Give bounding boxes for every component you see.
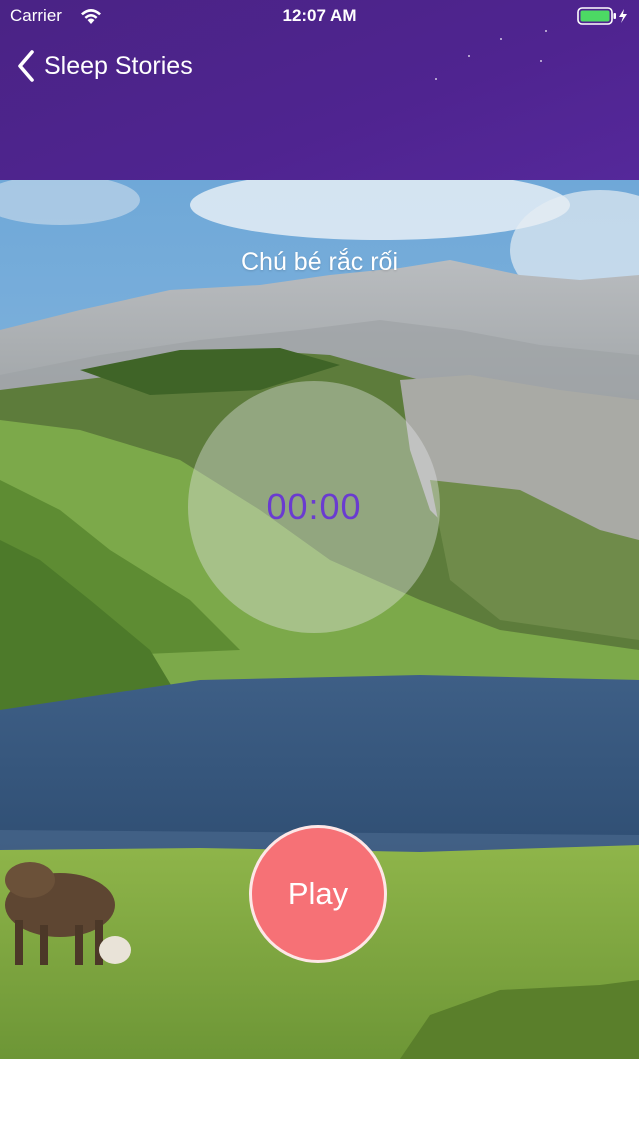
nav-bar: Sleep Stories xyxy=(0,44,639,88)
timer-circle: 00:00 xyxy=(188,381,440,633)
timer-display: 00:00 xyxy=(266,486,362,527)
battery-icon xyxy=(577,7,627,25)
story-title: Chú bé rắc rối xyxy=(240,248,399,276)
star xyxy=(500,38,502,40)
background-landscape-image: Chú bé rắc rối 00:00 Play xyxy=(0,180,639,1059)
status-bar: Carrier 12:07 AM xyxy=(0,0,639,34)
back-button[interactable]: Sleep Stories xyxy=(16,48,193,84)
clock: 12:07 AM xyxy=(282,6,357,25)
header: Carrier 12:07 AM Sleep Stories xyxy=(0,0,639,180)
back-label: Sleep Stories xyxy=(44,51,193,80)
chevron-left-icon xyxy=(18,50,34,82)
play-button-label: Play xyxy=(287,876,349,911)
bottom-area xyxy=(0,1059,639,1136)
play-button[interactable]: Play xyxy=(249,825,387,963)
